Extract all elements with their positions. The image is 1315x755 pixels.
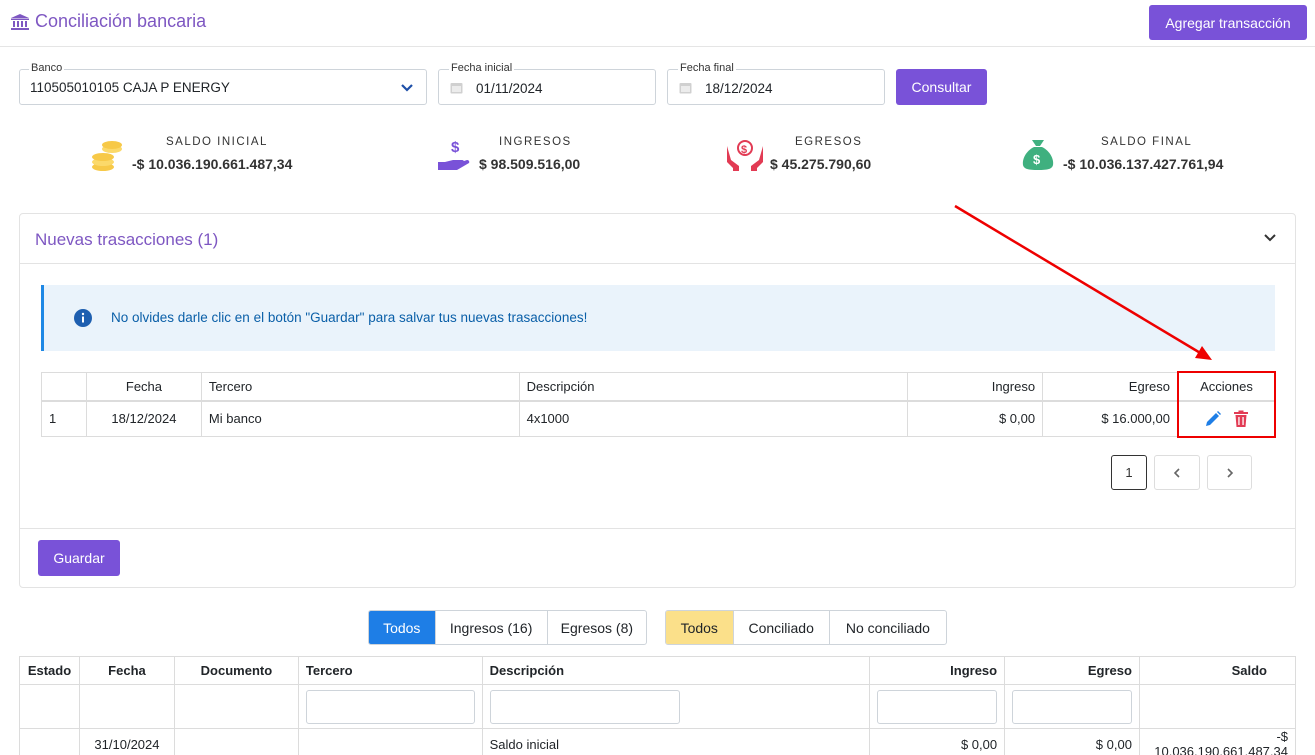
type-filter-group: Todos Ingresos (16) Egresos (8) — [368, 610, 647, 645]
stat-ingresos: $ INGRESOS $ 98.509.516,00 — [437, 136, 637, 176]
col-fecha: Fecha — [85, 372, 202, 402]
cell-egreso: $ 16.000,00 — [1042, 400, 1178, 437]
pager-prev-button[interactable] — [1154, 455, 1200, 490]
coins-icon — [92, 141, 122, 171]
chevron-right-icon — [1226, 467, 1233, 478]
end-date-field[interactable]: 18/12/2024 — [667, 69, 885, 105]
type-filter-expense[interactable]: Egresos (8) — [548, 611, 646, 644]
stat-value: -$ 10.036.190.661.487,34 — [132, 156, 293, 172]
bank-select-value: 110505010105 CAJA P ENERGY — [30, 80, 230, 95]
start-date-label: Fecha inicial — [449, 62, 515, 74]
cell-tercero — [297, 728, 483, 755]
chevron-left-icon — [1173, 467, 1180, 478]
start-date-value: 01/11/2024 — [476, 81, 543, 96]
annotation-arrow — [954, 204, 1212, 360]
money-bag-icon: $ — [1022, 140, 1054, 170]
stat-egresos: $ EGRESOS $ 45.275.790,60 — [725, 136, 925, 176]
cell-saldo: -$ 10.036.190.661.487,34 — [1138, 728, 1297, 755]
filter-row — [19, 684, 1297, 729]
page-title-text: Conciliación bancaria — [35, 11, 207, 31]
ingreso-filter-input[interactable] — [877, 689, 998, 724]
pager-page-1[interactable]: 1 — [1111, 455, 1147, 490]
svg-text:$: $ — [451, 139, 460, 156]
new-transactions-table: Fecha Tercero Descripción Ingreso Egreso… — [41, 372, 1276, 437]
table-row: 31/10/2024 Saldo inicial $ 0,00 $ 0,00 -… — [19, 728, 1297, 755]
highlight-box — [1177, 371, 1276, 438]
status-filter-group: Todos Conciliado No conciliado — [665, 610, 947, 645]
status-filter-not-reconciled[interactable]: No conciliado — [830, 611, 946, 644]
type-filter-income[interactable]: Ingresos (16) — [436, 611, 548, 644]
consult-button[interactable]: Consultar — [896, 69, 987, 105]
col-egreso: Egreso — [1042, 372, 1178, 402]
stat-label: SALDO FINAL — [1101, 136, 1193, 148]
calendar-icon — [679, 83, 692, 94]
stat-label: SALDO INICIAL — [166, 136, 268, 148]
col-descripcion: Descripción — [481, 656, 871, 685]
stat-value: $ 98.509.516,00 — [479, 156, 581, 172]
panel-divider — [20, 528, 1295, 529]
panel-title: Nuevas trasacciones (1) — [35, 230, 219, 249]
stat-label: EGRESOS — [795, 136, 863, 148]
col-ingreso: Ingreso — [907, 372, 1044, 402]
descripcion-filter-input[interactable] — [489, 689, 680, 724]
bank-select[interactable]: 110505010105 CAJA P ENERGY — [19, 69, 427, 105]
col-descripcion: Descripción — [518, 372, 909, 402]
stat-saldo-final: $ SALDO FINAL -$ 10.036.137.427.761,94 — [1021, 136, 1241, 176]
svg-text:$: $ — [1033, 152, 1041, 167]
alert-text: No olvides darle clic en el botón "Guard… — [111, 310, 588, 325]
end-date-label: Fecha final — [678, 62, 736, 74]
cell-fecha: 18/12/2024 — [85, 400, 202, 437]
cell-fecha: 31/10/2024 — [78, 728, 175, 755]
cell-descripcion: Saldo inicial — [481, 728, 871, 755]
transactions-table: Estado Fecha Documento Tercero Descripci… — [19, 656, 1297, 755]
pager-next-button[interactable] — [1207, 455, 1252, 490]
col-saldo: Saldo — [1138, 656, 1297, 685]
type-filter-all[interactable]: Todos — [369, 611, 436, 644]
cell-estado — [19, 728, 80, 755]
info-icon — [74, 309, 92, 327]
chevron-down-icon[interactable] — [1263, 233, 1277, 243]
end-date-value: 18/12/2024 — [705, 81, 773, 96]
egreso-filter-input[interactable] — [1012, 689, 1132, 724]
bank-icon — [11, 13, 29, 30]
cell-ingreso: $ 0,00 — [869, 728, 1006, 755]
stat-label: INGRESOS — [499, 136, 572, 148]
col-tercero: Tercero — [200, 372, 520, 402]
status-filter-all[interactable]: Todos — [666, 611, 734, 644]
stat-value: $ 45.275.790,60 — [770, 156, 872, 172]
col-ingreso: Ingreso — [869, 656, 1006, 685]
col-estado: Estado — [19, 656, 80, 685]
col-fecha: Fecha — [78, 656, 175, 685]
table-row: 1 18/12/2024 Mi banco 4x1000 $ 0,00 $ 16… — [41, 400, 1276, 437]
cell-descripcion: 4x1000 — [518, 400, 909, 437]
tercero-filter-input[interactable] — [305, 689, 475, 724]
page-title: Conciliación bancaria — [10, 11, 206, 32]
hands-dollar-icon: $ — [727, 140, 763, 171]
table-header-row: Estado Fecha Documento Tercero Descripci… — [19, 656, 1297, 685]
save-button[interactable]: Guardar — [38, 540, 120, 576]
table-header-row: Fecha Tercero Descripción Ingreso Egreso… — [41, 372, 1276, 402]
cell-documento — [173, 728, 299, 755]
stat-value: -$ 10.036.137.427.761,94 — [1063, 156, 1224, 172]
col-documento: Documento — [173, 656, 299, 685]
stat-saldo-inicial: SALDO INICIAL -$ 10.036.190.661.487,34 — [90, 136, 350, 176]
col-tercero: Tercero — [297, 656, 483, 685]
svg-text:$: $ — [741, 144, 747, 156]
hand-dollar-icon: $ — [438, 139, 470, 170]
cell-egreso: $ 0,00 — [1004, 728, 1140, 755]
col-egreso: Egreso — [1004, 656, 1140, 685]
cell-tercero: Mi banco — [200, 400, 520, 437]
cell-index: 1 — [41, 400, 87, 437]
col-index — [41, 372, 87, 402]
status-filter-reconciled[interactable]: Conciliado — [734, 611, 830, 644]
chevron-down-icon — [401, 84, 413, 92]
start-date-field[interactable]: 01/11/2024 — [438, 69, 656, 105]
cell-ingreso: $ 0,00 — [907, 400, 1044, 437]
bank-label: Banco — [29, 62, 65, 74]
add-transaction-button[interactable]: Agregar transacción — [1149, 5, 1307, 40]
calendar-icon — [450, 83, 463, 94]
